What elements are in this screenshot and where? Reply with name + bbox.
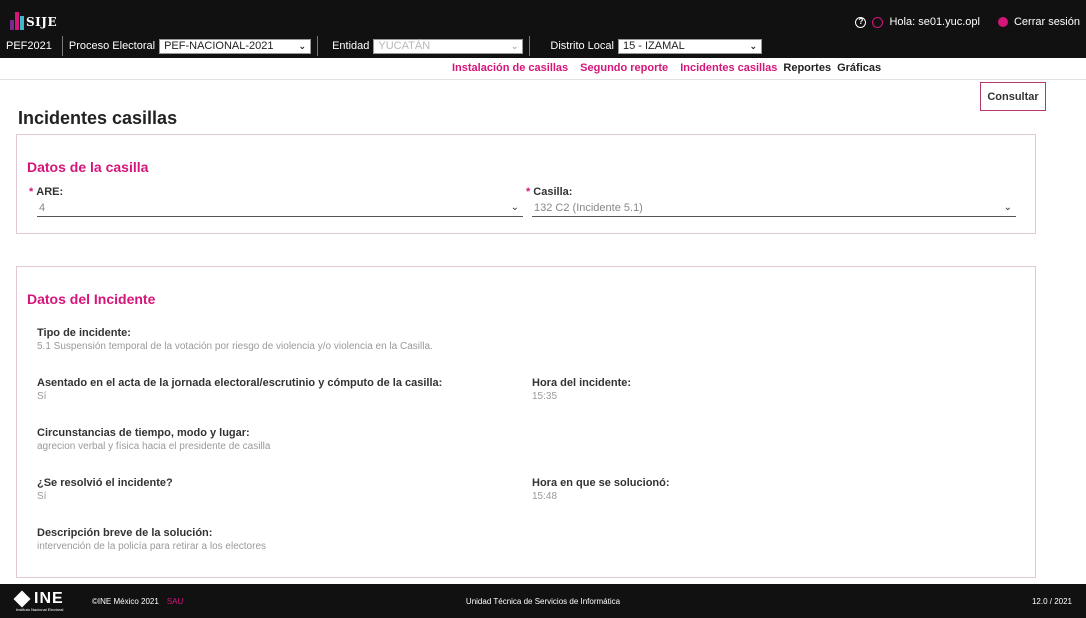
top-bar: SIJE PEF2021 Proceso Electoral PEF-NACIO… <box>0 0 1086 58</box>
logo-bars-icon <box>10 8 24 30</box>
proceso-label: Proceso Electoral <box>68 40 156 52</box>
distrito-filter: Distrito Local 15 - IZAMAL ⌄ <box>530 36 768 56</box>
distrito-label: Distrito Local <box>550 40 614 52</box>
logout-icon[interactable] <box>997 17 1008 27</box>
asentado-label: Asentado en el acta de la jornada electo… <box>37 377 443 389</box>
chevron-down-icon: ⌄ <box>1003 202 1012 213</box>
ine-logo-subtitle: Instituto Nacional Electoral <box>16 607 64 612</box>
casilla-select[interactable]: 132 C2 (Incidente 5.1) ⌄ <box>532 199 1016 217</box>
descripcion-value: intervención de la policía para retirar … <box>37 541 267 552</box>
page-title: Incidentes casillas <box>18 108 178 128</box>
entidad-filter: Entidad YUCATÁN ⌄ <box>318 36 531 56</box>
version-text: 12.0 / 2021 <box>1031 597 1072 606</box>
user-area: ? Hola: se01.yuc.opl Cerrar sesión <box>855 16 1080 28</box>
header-filters: PEF2021 Proceso Electoral PEF-NACIONAL-2… <box>0 36 820 56</box>
distrito-select[interactable]: 15 - IZAMAL ⌄ <box>617 38 762 54</box>
casilla-label: Casilla: <box>533 186 573 198</box>
resolvio-label: ¿Se resolvió el incidente? <box>37 477 173 489</box>
required-mark: * <box>29 186 34 198</box>
sije-logo[interactable]: SIJE <box>10 8 57 30</box>
hora-incidente-value: 15:35 <box>532 391 558 402</box>
tab-segundo-reporte[interactable]: Segundo reporte <box>580 62 668 74</box>
user-icon <box>872 16 884 28</box>
footer: INE Instituto Nacional Electoral ©INE Mé… <box>0 584 1086 618</box>
proceso-filter: Proceso Electoral PEF-NACIONAL-2021 ⌄ <box>63 36 319 56</box>
casilla-label-container: * Casilla: <box>526 186 572 198</box>
descripcion-label: Descripción breve de la solución: <box>37 527 213 539</box>
tab-instalacion-casillas[interactable]: Instalación de casillas <box>452 62 568 74</box>
user-greeting: Hola: se01.yuc.opl <box>889 16 980 28</box>
nav-tabs: Instalación de casillas Segundo reporte … <box>0 58 1086 80</box>
logout-link[interactable]: Cerrar sesión <box>1014 16 1080 28</box>
incidente-card-title: Datos del Incidente <box>27 291 156 307</box>
resolvio-value: Sí <box>37 491 47 502</box>
tab-reportes[interactable]: Reportes <box>783 62 831 74</box>
tab-incidentes-casillas[interactable]: Incidentes casillas <box>680 62 777 74</box>
chevron-down-icon: ⌄ <box>510 40 519 51</box>
consultar-button[interactable]: Consultar <box>980 82 1046 111</box>
proceso-select[interactable]: PEF-NACIONAL-2021 ⌄ <box>159 38 312 54</box>
circunstancias-label: Circunstancias de tiempo, modo y lugar: <box>37 427 250 439</box>
tab-graficas[interactable]: Gráficas <box>837 62 881 74</box>
hora-solucion-label: Hora en que se solucionó: <box>532 477 670 489</box>
casilla-card: Datos de la casilla * ARE: 4 ⌄ * Casilla: … <box>16 134 1036 234</box>
asentado-value: Sí <box>37 391 47 402</box>
distrito-value: 15 - IZAMAL <box>622 40 685 52</box>
chevron-down-icon: ⌄ <box>510 202 519 213</box>
incidente-card: Datos del Incidente Tipo de incidente: 5… <box>16 266 1036 578</box>
program-label-container: PEF2021 <box>0 36 63 56</box>
are-value: 4 <box>39 201 46 214</box>
hora-incidente-label: Hora del incidente: <box>532 377 632 389</box>
are-label-container: * ARE: <box>29 186 63 198</box>
chevron-down-icon: ⌄ <box>749 40 757 51</box>
are-label: ARE: <box>36 186 64 198</box>
logo-text: SIJE <box>26 15 58 29</box>
tipo-incidente-label: Tipo de incidente: <box>37 327 131 339</box>
program-label: PEF2021 <box>6 40 52 52</box>
chevron-down-icon: ⌄ <box>298 40 307 51</box>
tipo-incidente-value: 5.1 Suspensión temporal de la votación p… <box>37 341 433 352</box>
casilla-value: 132 C2 (Incidente 5.1) <box>534 201 643 214</box>
required-mark: * <box>526 186 531 198</box>
circunstancias-value: agrecion verbal y física hacia el presid… <box>37 441 271 452</box>
help-icon[interactable]: ? <box>855 16 867 28</box>
entidad-value: YUCATÁN <box>378 40 431 52</box>
footer-center-text: Unidad Técnica de Servicios de Informáti… <box>465 597 621 606</box>
hora-solucion-value: 15:48 <box>532 491 558 502</box>
casilla-card-title: Datos de la casilla <box>27 159 149 175</box>
entidad-label: Entidad <box>332 40 370 52</box>
entidad-select: YUCATÁN ⌄ <box>373 38 524 54</box>
are-select[interactable]: 4 ⌄ <box>37 199 523 217</box>
proceso-value: PEF-NACIONAL-2021 <box>164 40 274 52</box>
